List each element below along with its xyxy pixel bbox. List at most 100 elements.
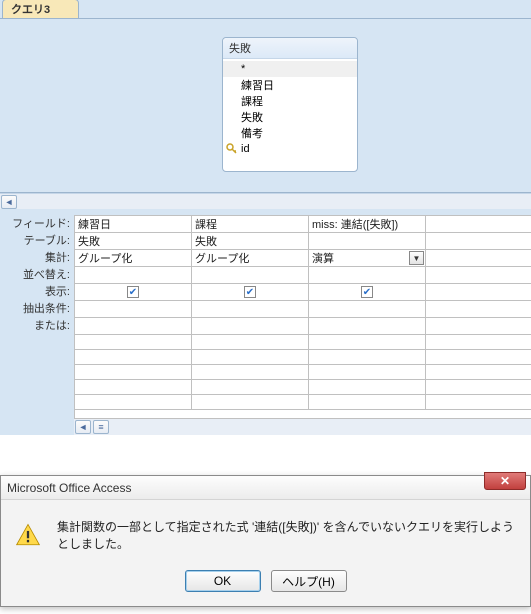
cell-sort[interactable] <box>309 267 426 283</box>
grid-row-table: 失敗 失敗 <box>75 233 531 250</box>
cell-show[interactable]: ✔ <box>75 284 192 300</box>
cell-field[interactable]: 課程 <box>192 216 309 232</box>
cell-table[interactable] <box>309 233 426 249</box>
cell-table[interactable]: 失敗 <box>192 233 309 249</box>
qbe-grid: フィールド: テーブル: 集計: 並べ替え: 表示: 抽出条件: または: 練習… <box>0 215 531 419</box>
cell-blank[interactable] <box>192 365 309 379</box>
scroll-thumb-icon[interactable]: ≡ <box>93 420 109 434</box>
cell-total[interactable]: グループ化 <box>192 250 309 266</box>
cell-blank[interactable] <box>192 350 309 364</box>
field-row[interactable]: 課程 <box>223 93 357 109</box>
table-box[interactable]: 失敗 * 練習日 課程 失敗 備考 id <box>222 37 358 172</box>
row-header-col: フィールド: テーブル: 集計: 並べ替え: 表示: 抽出条件: または: <box>0 215 74 419</box>
cell-blank[interactable] <box>192 335 309 349</box>
scroll-left-icon[interactable]: ◄ <box>1 195 17 209</box>
cell-total[interactable]: グループ化 <box>75 250 192 266</box>
cell-blank[interactable] <box>192 380 309 394</box>
cell-or[interactable] <box>309 318 426 334</box>
upper-hscrollbar[interactable]: ◄ <box>0 193 531 209</box>
query-tab[interactable]: クエリ3 <box>2 0 79 18</box>
grid-hscrollbar[interactable]: ◄ ≡ <box>74 419 531 435</box>
cell-blank[interactable] <box>75 380 192 394</box>
cell-blank[interactable] <box>309 395 426 409</box>
cell-blank[interactable] <box>75 365 192 379</box>
field-row[interactable]: 練習日 <box>223 77 357 93</box>
field-name: 練習日 <box>241 77 274 93</box>
field-row[interactable]: 備考 <box>223 125 357 141</box>
help-button[interactable]: ヘルプ(H) <box>271 570 347 592</box>
field-name: * <box>241 63 245 75</box>
field-row[interactable]: * <box>223 61 357 77</box>
close-button[interactable]: ✕ <box>484 472 526 490</box>
dialog-message-row: 集計関数の一部として指定された式 '連結([失敗])' を含んでいないクエリを実… <box>15 518 516 552</box>
grid-row-total: グループ化 グループ化 演算 ▼ <box>75 250 531 267</box>
dropdown-button[interactable]: ▼ <box>409 251 424 265</box>
cell-field[interactable]: miss: 連結([失敗]) <box>309 216 426 232</box>
field-row[interactable]: 失敗 <box>223 109 357 125</box>
query-design-workspace: クエリ3 失敗 * 練習日 課程 失敗 備考 id ◄ フィールド: テーブル: <box>0 0 531 435</box>
row-header-sort: 並べ替え: <box>0 266 74 283</box>
field-name: 備考 <box>241 125 263 141</box>
field-name: 課程 <box>241 93 263 109</box>
dialog-message: 集計関数の一部として指定された式 '連結([失敗])' を含んでいないクエリを実… <box>57 518 516 552</box>
cell-blank[interactable] <box>309 335 426 349</box>
field-list[interactable]: * 練習日 課程 失敗 備考 id <box>223 59 357 171</box>
row-header-blank <box>0 351 74 368</box>
grid-row-show: ✔ ✔ ✔ <box>75 284 531 301</box>
cell-sort[interactable] <box>75 267 192 283</box>
close-icon: ✕ <box>500 474 510 488</box>
grid-row-or <box>75 318 531 335</box>
row-header-table: テーブル: <box>0 232 74 249</box>
cell-criteria[interactable] <box>75 301 192 317</box>
dialog-body: 集計関数の一部として指定された式 '連結([失敗])' を含んでいないクエリを実… <box>1 500 530 606</box>
cell-show[interactable]: ✔ <box>309 284 426 300</box>
tables-pane[interactable]: 失敗 * 練習日 課程 失敗 備考 id <box>0 18 531 193</box>
grid-row-blank <box>75 395 531 410</box>
cell-blank[interactable] <box>192 395 309 409</box>
cell-criteria[interactable] <box>192 301 309 317</box>
cell-or[interactable] <box>75 318 192 334</box>
grid-row-sort <box>75 267 531 284</box>
warning-icon <box>15 522 41 548</box>
cell-total-value: 演算 <box>312 250 334 266</box>
cell-blank[interactable] <box>309 380 426 394</box>
row-header-criteria: 抽出条件: <box>0 300 74 317</box>
checkbox-icon[interactable]: ✔ <box>361 286 373 298</box>
cell-total[interactable]: 演算 ▼ <box>309 250 426 266</box>
grid-row-field: 練習日 課程 miss: 連結([失敗]) <box>75 216 531 233</box>
error-dialog: Microsoft Office Access ✕ 集計関数の一部として指定され… <box>0 475 531 607</box>
row-header-blank <box>0 385 74 402</box>
cell-or[interactable] <box>192 318 309 334</box>
checkbox-icon[interactable]: ✔ <box>127 286 139 298</box>
row-header-total: 集計: <box>0 249 74 266</box>
primary-key-icon <box>226 143 238 155</box>
field-row[interactable]: id <box>223 141 357 157</box>
cell-blank[interactable] <box>75 350 192 364</box>
grid-row-blank <box>75 335 531 350</box>
row-header-show: 表示: <box>0 283 74 300</box>
cell-blank[interactable] <box>75 335 192 349</box>
row-header-or: または: <box>0 317 74 334</box>
field-name: id <box>241 143 250 155</box>
field-name: 失敗 <box>241 109 263 125</box>
checkbox-icon[interactable]: ✔ <box>244 286 256 298</box>
grid-row-blank <box>75 380 531 395</box>
dialog-buttons: OK ヘルプ(H) <box>185 570 347 592</box>
ok-button[interactable]: OK <box>185 570 261 592</box>
cell-field[interactable]: 練習日 <box>75 216 192 232</box>
cell-show[interactable]: ✔ <box>192 284 309 300</box>
cell-blank[interactable] <box>309 365 426 379</box>
cell-table[interactable]: 失敗 <box>75 233 192 249</box>
row-header-blank <box>0 402 74 419</box>
object-tab-strip: クエリ3 <box>0 0 531 18</box>
cell-blank[interactable] <box>309 350 426 364</box>
grid-cells: 練習日 課程 miss: 連結([失敗]) 失敗 失敗 グループ化 グループ化 … <box>74 215 531 419</box>
cell-sort[interactable] <box>192 267 309 283</box>
scroll-left-icon[interactable]: ◄ <box>75 420 91 434</box>
dialog-title[interactable]: Microsoft Office Access <box>1 476 530 500</box>
grid-row-blank <box>75 365 531 380</box>
table-box-title: 失敗 <box>223 38 357 59</box>
cell-criteria[interactable] <box>309 301 426 317</box>
cell-blank[interactable] <box>75 395 192 409</box>
grid-row-criteria <box>75 301 531 318</box>
